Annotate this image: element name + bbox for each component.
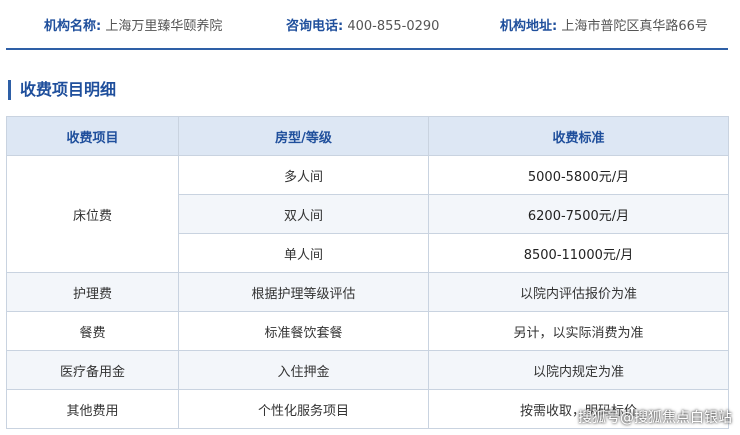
fee-item: 餐费	[6, 311, 179, 351]
fee-value: 另计，以实际消费为准	[428, 311, 729, 351]
institution-name-label: 机构名称:	[44, 19, 102, 34]
watermark: 搜狐号@搜狐焦点白银站	[578, 410, 732, 426]
fee-value: 以院内评估报价为准	[428, 272, 729, 312]
fee-level: 个性化服务项目	[178, 389, 429, 429]
table-row: 护理费 根据护理等级评估 以院内评估报价为准	[6, 272, 729, 312]
fee-item: 其他费用	[6, 389, 179, 429]
fee-item: 医疗备用金	[6, 350, 179, 390]
table-row: 餐费 标准餐饮套餐 另计，以实际消费为准	[6, 311, 729, 351]
fee-level: 标准餐饮套餐	[178, 311, 429, 351]
bed-fee-category: 床位费	[6, 155, 179, 273]
table-row: 医疗备用金 入住押金 以院内规定为准	[6, 350, 729, 390]
header-fee-standard: 收费标准	[428, 116, 729, 156]
room-type: 双人间	[178, 194, 429, 234]
consult-phone-value[interactable]: 400-855-0290	[347, 19, 439, 34]
fee-level: 入住押金	[178, 350, 429, 390]
fee-value: 8500-11000元/月	[428, 233, 729, 273]
section-title: 收费项目明细	[8, 80, 116, 100]
table-header-row: 收费项目 房型/等级 收费标准	[6, 116, 729, 156]
institution-name-value: 上海万里臻华颐养院	[105, 19, 223, 34]
fee-value: 5000-5800元/月	[428, 155, 729, 195]
header-item: 收费项目	[6, 116, 179, 156]
fee-value: 6200-7500元/月	[428, 194, 729, 234]
fee-value: 以院内规定为准	[428, 350, 729, 390]
room-type: 多人间	[178, 155, 429, 195]
info-bar: 机构名称: 上海万里臻华颐养院 咨询电话: 400-855-0290 机构地址:…	[6, 0, 728, 50]
table-row: 床位费 多人间 5000-5800元/月	[6, 155, 729, 273]
institution-address-label: 机构地址:	[500, 19, 558, 34]
fee-item: 护理费	[6, 272, 179, 312]
header-room-type: 房型/等级	[178, 116, 429, 156]
consult-phone-label: 咨询电话:	[286, 19, 344, 34]
fee-level: 根据护理等级评估	[178, 272, 429, 312]
room-type: 单人间	[178, 233, 429, 273]
institution-address: 机构地址: 上海市普陀区真华路66号	[500, 15, 708, 34]
institution-address-value: 上海市普陀区真华路66号	[561, 19, 708, 34]
consult-phone: 咨询电话: 400-855-0290	[286, 15, 439, 34]
fee-table: 收费项目 房型/等级 收费标准 床位费 多人间 5000-5800元/月 双人间…	[6, 116, 729, 429]
institution-name: 机构名称: 上海万里臻华颐养院	[44, 15, 222, 34]
